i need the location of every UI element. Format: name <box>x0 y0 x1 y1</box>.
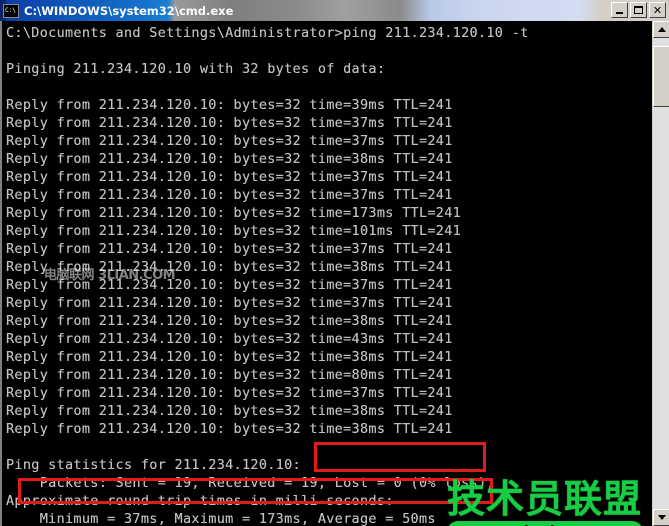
console-line: Reply from 211.234.120.10: bytes=32 time… <box>6 169 453 185</box>
console-line: Reply from 211.234.120.10: bytes=32 time… <box>6 97 453 113</box>
scroll-down-button[interactable] <box>653 509 669 526</box>
vertical-scrollbar[interactable] <box>652 21 669 526</box>
window-controls: ✕ <box>611 2 666 18</box>
chevron-up-icon <box>657 27 666 32</box>
close-button[interactable]: ✕ <box>649 2 666 18</box>
console-line: Pinging 211.234.120.10 with 32 bytes of … <box>6 61 386 77</box>
titlebar[interactable]: C:\ C:\WINDOWS\system32\cmd.exe ✕ <box>0 0 669 21</box>
console-line: Reply from 211.234.120.10: bytes=32 time… <box>6 403 453 419</box>
console-line: Reply from 211.234.120.10: bytes=32 time… <box>6 385 453 401</box>
console-line: Ping statistics for 211.234.120.10: <box>6 457 301 473</box>
console-line: Reply from 211.234.120.10: bytes=32 time… <box>6 349 453 365</box>
titlebar-left-group: C:\ C:\WINDOWS\system32\cmd.exe <box>0 0 233 21</box>
scrollbar-thumb[interactable] <box>653 46 669 107</box>
console-line: Reply from 211.234.120.10: bytes=32 time… <box>6 367 453 383</box>
console-line: Reply from 211.234.120.10: bytes=32 time… <box>6 115 453 131</box>
console-line: Reply from 211.234.120.10: bytes=32 time… <box>6 151 453 167</box>
minimize-icon <box>616 12 623 14</box>
brand-name: 技术员联盟 <box>447 477 643 521</box>
window-title: C:\WINDOWS\system32\cmd.exe <box>24 3 234 18</box>
brand-url: www.jsgho.com <box>447 521 643 526</box>
console-line: Reply from 211.234.120.10: bytes=32 time… <box>6 421 453 437</box>
console-line: Reply from 211.234.120.10: bytes=32 time… <box>6 295 453 311</box>
console-output-area[interactable]: C:\Documents and Settings\Administrator>… <box>0 21 652 526</box>
console-line: Reply from 211.234.120.10: bytes=32 time… <box>6 241 453 257</box>
brand-watermark: 技术员联盟 www.jsgho.com <box>447 479 652 526</box>
console-line: Reply from 211.234.120.10: bytes=32 time… <box>6 331 453 347</box>
center-watermark: 电脑联网 3LIAN.COM <box>44 268 176 283</box>
console-line: Reply from 211.234.120.10: bytes=32 time… <box>6 187 453 203</box>
console-line: Reply from 211.234.120.10: bytes=32 time… <box>6 205 462 221</box>
maximize-icon <box>634 6 643 14</box>
console-line: C:\Documents and Settings\Administrator>… <box>6 25 529 41</box>
maximize-button[interactable] <box>630 2 647 18</box>
chevron-down-icon <box>657 515 666 520</box>
console-line: Reply from 211.234.120.10: bytes=32 time… <box>6 313 453 329</box>
console-line: Reply from 211.234.120.10: bytes=32 time… <box>6 223 462 239</box>
scroll-up-button[interactable] <box>653 21 669 38</box>
minimize-button[interactable] <box>611 2 628 18</box>
cmd-window: C:\ C:\WINDOWS\system32\cmd.exe ✕ C:\Doc… <box>0 0 669 526</box>
console-line: Reply from 211.234.120.10: bytes=32 time… <box>6 133 453 149</box>
cmd-icon[interactable]: C:\ <box>3 3 19 18</box>
close-icon: ✕ <box>652 3 663 17</box>
